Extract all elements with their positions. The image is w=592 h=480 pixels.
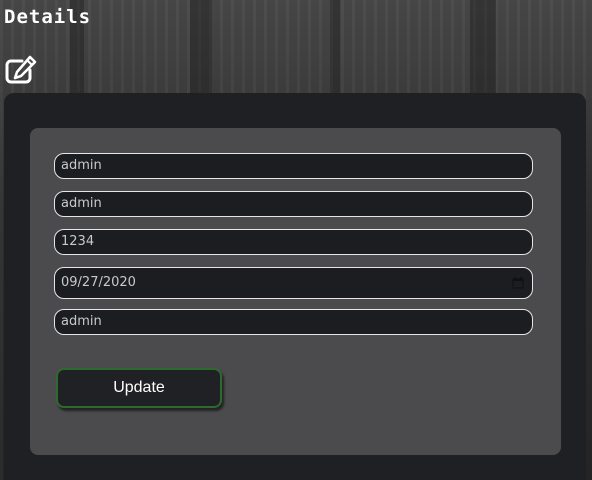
page-title: Details — [4, 6, 92, 28]
details-panel: admin admin 1234 09/27/2020 admin Update — [4, 93, 586, 480]
field-value: admin — [61, 314, 102, 329]
name-field[interactable]: admin — [54, 191, 533, 217]
date-field[interactable]: 09/27/2020 — [54, 267, 533, 299]
username-field[interactable]: admin — [54, 153, 533, 179]
details-form-card: admin admin 1234 09/27/2020 admin Update — [30, 128, 561, 455]
field-value: 1234 — [61, 234, 95, 249]
field-value: admin — [61, 158, 102, 173]
field-value: 09/27/2020 — [61, 275, 136, 290]
role-field[interactable]: admin — [54, 309, 533, 335]
calendar-icon[interactable] — [512, 277, 524, 289]
field-value: admin — [61, 196, 102, 211]
number-field[interactable]: 1234 — [54, 229, 533, 255]
edit-icon[interactable] — [4, 55, 38, 85]
update-button[interactable]: Update — [56, 368, 222, 408]
